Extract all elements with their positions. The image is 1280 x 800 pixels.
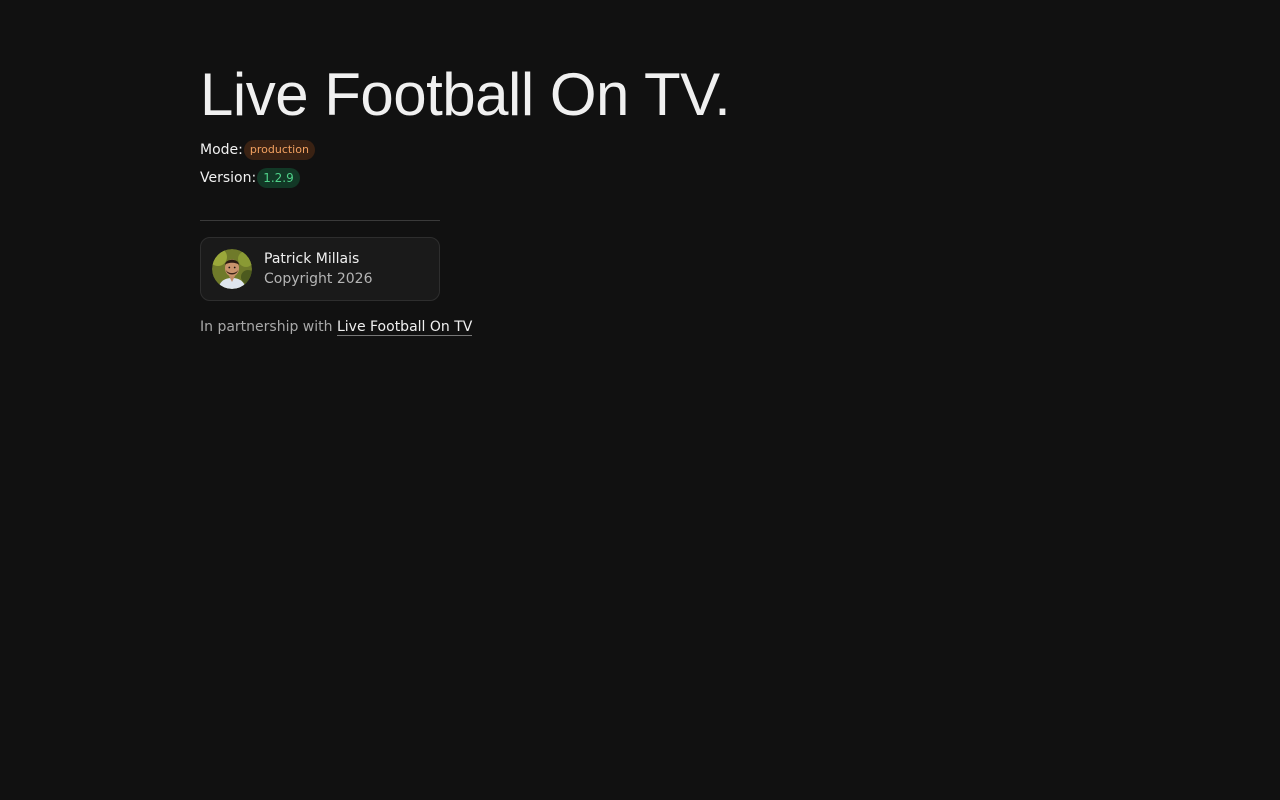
version-label: Version: (200, 170, 257, 186)
partner-link[interactable]: Live Football On TV (336, 319, 473, 336)
version-badge: 1.2.9 (257, 168, 300, 188)
mode-row: Mode: production (200, 140, 800, 160)
main-content: Live Football On TV. Mode: production Ve… (200, 60, 800, 336)
divider (200, 220, 440, 221)
partnership-line: In partnership with Live Football On TV (200, 319, 800, 336)
page-title: Live Football On TV. (200, 61, 731, 128)
copyright-text: Copyright 2026 (264, 271, 373, 287)
author-info: Patrick Millais Copyright 2026 (264, 249, 373, 289)
avatar (212, 249, 252, 289)
version-row: Version: 1.2.9 (200, 168, 800, 188)
partner-prefix: In partnership with (200, 319, 333, 335)
mode-label: Mode: (200, 142, 243, 158)
author-name: Patrick Millais (264, 251, 360, 267)
avatar-photo-icon (212, 249, 252, 289)
author-card: Patrick Millais Copyright 2026 (200, 237, 440, 301)
mode-badge: production (243, 140, 315, 160)
